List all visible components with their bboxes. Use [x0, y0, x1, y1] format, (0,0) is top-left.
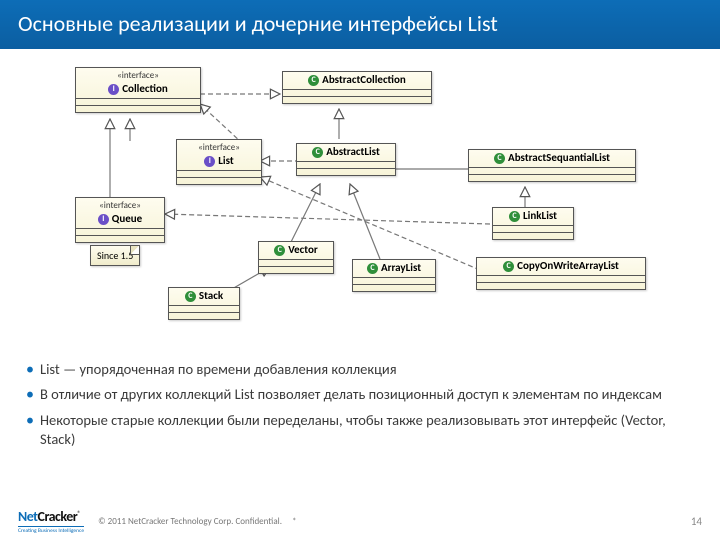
uml-class-abstractcollection: CAbstractCollection — [282, 71, 432, 104]
uml-class-linklist: CLinkList — [492, 207, 574, 240]
uml-class-stack: CStack — [168, 287, 240, 320]
copyright-text: © 2011 NetCracker Technology Corp. Confi… — [98, 516, 282, 527]
stereotype: «interface» — [177, 140, 261, 153]
uml-class-abstractsequantiallist: CAbstractSequantialList — [468, 149, 636, 182]
logo-tagline: Creating Business Intelligence — [18, 526, 84, 534]
uml-class-arraylist: CArrayList — [352, 259, 436, 292]
logo-main: NetCracker® — [18, 508, 80, 525]
class-icon: C — [503, 261, 514, 272]
slide-title-text: Основные реализации и дочерние интерфейс… — [18, 10, 498, 37]
class-icon: C — [494, 153, 505, 164]
stereotype: «interface» — [76, 68, 200, 81]
uml-class-abstractlist: CAbstractList — [296, 143, 396, 176]
interface-icon: I — [98, 214, 109, 225]
class-icon: C — [308, 75, 319, 86]
interface-icon: I — [108, 84, 119, 95]
slide-title: Основные реализации и дочерние интерфейс… — [0, 0, 720, 49]
footer-asterisk: * — [292, 516, 296, 527]
class-icon: C — [274, 245, 285, 256]
bullet-list: List — упорядоченная по времени добавлен… — [0, 354, 720, 450]
uml-diagram: «interface» ICollection «interface» ILis… — [0, 49, 720, 339]
bullet-item: В отличие от других коллекций List позво… — [26, 385, 694, 405]
bullet-item: List — упорядоченная по времени добавлен… — [26, 360, 694, 380]
class-icon: C — [185, 291, 196, 302]
class-icon: C — [509, 211, 520, 222]
uml-class-copyonwritearraylist: CCopyOnWriteArrayList — [476, 257, 646, 290]
uml-class-vector: CVector — [258, 241, 334, 274]
logo: NetCracker® Creating Business Intelligen… — [18, 508, 84, 534]
uml-class-list: «interface» IList — [176, 139, 262, 185]
class-icon: C — [367, 263, 378, 274]
page-number: 14 — [691, 515, 702, 528]
uml-class-queue: «interface» IQueue — [75, 197, 165, 243]
interface-icon: I — [204, 156, 215, 167]
uml-class-collection: «interface» ICollection — [75, 67, 201, 113]
stereotype: «interface» — [76, 198, 164, 211]
class-icon: C — [312, 147, 323, 158]
footer: NetCracker® Creating Business Intelligen… — [0, 508, 720, 534]
uml-note-since: Since 1.5 — [90, 245, 140, 266]
bullet-item: Некоторые старые коллекции были передела… — [26, 411, 694, 450]
